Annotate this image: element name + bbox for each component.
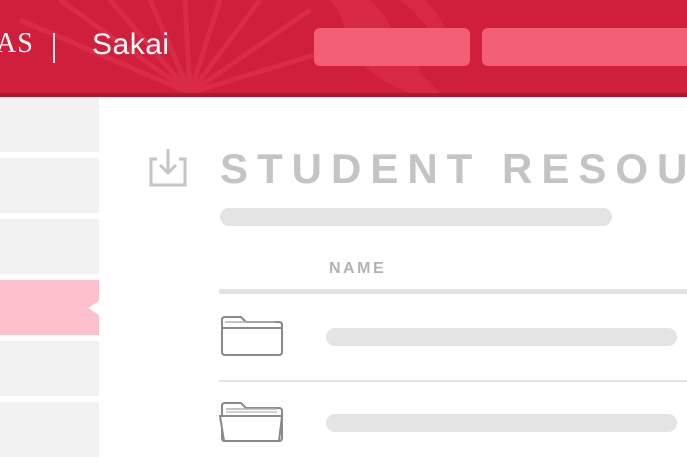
sidebar-item-resources-active[interactable] <box>0 280 99 335</box>
brand-divider <box>53 33 55 63</box>
institution-name-fragment[interactable]: AS <box>0 28 34 60</box>
folder-icon <box>221 316 283 356</box>
nav-button-2[interactable] <box>482 28 687 66</box>
table-row[interactable] <box>219 294 687 382</box>
download-icon <box>149 149 187 187</box>
file-name-placeholder[interactable] <box>326 414 677 432</box>
table-row[interactable] <box>219 380 687 466</box>
top-banner: AS Sakai <box>0 0 687 93</box>
sidebar-item-3[interactable] <box>0 219 99 274</box>
sakai-logo-text[interactable]: Sakai <box>92 28 170 62</box>
active-indicator-notch <box>88 300 99 315</box>
header-shadow <box>0 93 687 97</box>
sidebar-item-2[interactable] <box>0 158 99 213</box>
page-title: STUDENT RESOU <box>220 145 687 192</box>
sidebar-item-6[interactable] <box>0 402 99 457</box>
column-header-name[interactable]: NAME <box>329 260 386 278</box>
subtitle-placeholder <box>220 208 612 226</box>
folder-open-icon <box>219 402 284 442</box>
tool-sidebar <box>0 97 99 457</box>
sidebar-item-5[interactable] <box>0 341 99 396</box>
sidebar-item-1[interactable] <box>0 97 99 152</box>
nav-button-1[interactable] <box>314 28 470 66</box>
file-name-placeholder[interactable] <box>326 328 677 346</box>
